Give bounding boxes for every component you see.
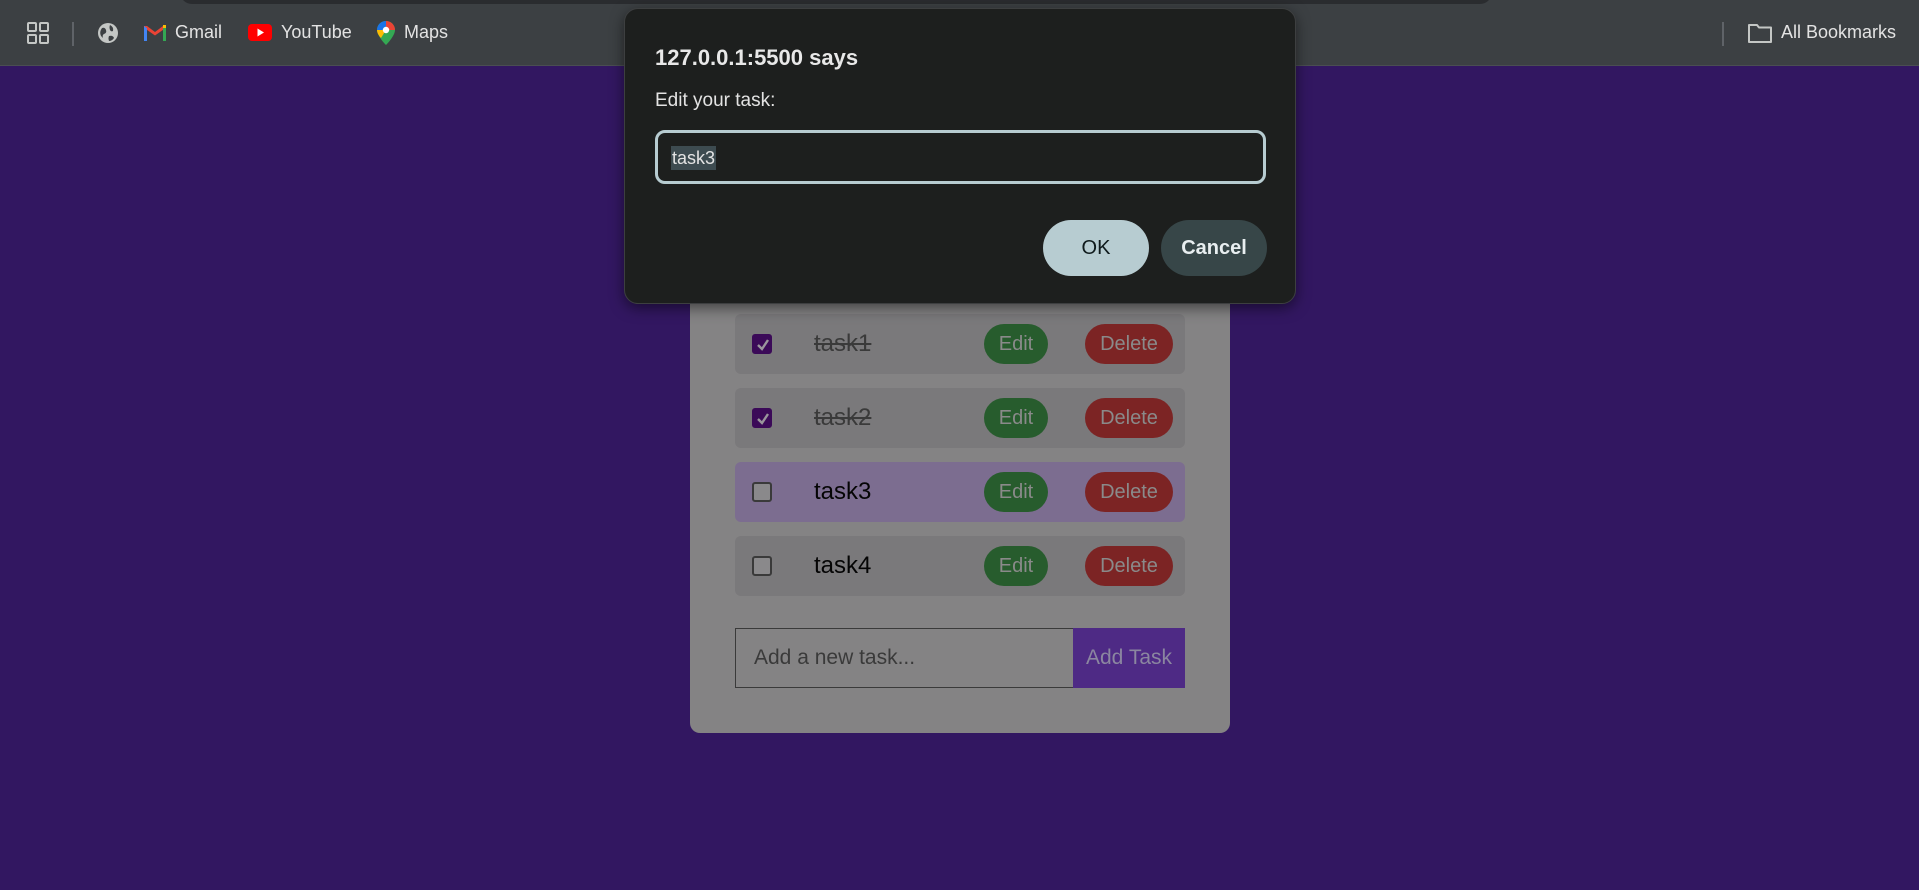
delete-button[interactable]: Delete	[1085, 324, 1173, 364]
dialog-message: Edit your task:	[655, 90, 776, 111]
bookmark-globe[interactable]	[97, 0, 119, 65]
task-checkbox[interactable]	[752, 556, 772, 576]
apps-button[interactable]	[27, 0, 49, 65]
task-checkbox[interactable]	[752, 334, 772, 354]
bookmark-gmail[interactable]: Gmail	[144, 0, 222, 65]
checkmark-icon	[757, 413, 769, 425]
bookmark-label: Gmail	[175, 22, 223, 42]
bookmark-label: Maps	[404, 22, 449, 42]
dialog-input[interactable]: task3	[655, 130, 1266, 184]
edit-button[interactable]: Edit	[984, 398, 1048, 438]
edit-button[interactable]: Edit	[984, 546, 1048, 586]
bookmark-label: All Bookmarks	[1781, 22, 1897, 42]
task-text: task4	[814, 552, 872, 579]
bookmark-maps[interactable]: Maps	[377, 0, 448, 65]
bookmark-youtube[interactable]: YouTube	[248, 0, 352, 65]
add-task-button[interactable]: Add Task	[1073, 628, 1185, 688]
divider	[1722, 22, 1724, 46]
youtube-icon	[248, 24, 272, 41]
task-checkbox[interactable]	[752, 482, 772, 502]
ok-button[interactable]: OK	[1043, 220, 1149, 276]
task-row: task4 Edit Delete	[735, 536, 1185, 596]
cancel-button[interactable]: Cancel	[1161, 220, 1267, 276]
maps-icon	[377, 20, 395, 45]
delete-button[interactable]: Delete	[1085, 398, 1173, 438]
task-text: task3	[814, 478, 872, 505]
apps-grid-icon	[27, 21, 49, 44]
delete-button[interactable]: Delete	[1085, 546, 1173, 586]
task-text: task2	[814, 404, 872, 431]
task-row: task3 Edit Delete	[735, 462, 1185, 522]
edit-button[interactable]: Edit	[984, 472, 1048, 512]
new-task-input[interactable]: Add a new task...	[735, 628, 1074, 688]
prompt-dialog: 127.0.0.1:5500 says Edit your task: task…	[624, 8, 1296, 304]
task-checkbox[interactable]	[752, 408, 772, 428]
edit-button[interactable]: Edit	[984, 324, 1048, 364]
all-bookmarks-button[interactable]: All Bookmarks	[1748, 0, 1896, 65]
task-row: task2 Edit Delete	[735, 388, 1185, 448]
task-text: task1	[814, 330, 872, 357]
divider	[72, 22, 74, 46]
new-task-placeholder: Add a new task...	[754, 646, 916, 669]
globe-icon	[98, 22, 118, 43]
delete-button[interactable]: Delete	[1085, 472, 1173, 512]
folder-icon	[1748, 23, 1772, 43]
gmail-icon	[144, 25, 166, 41]
dialog-input-value: task3	[671, 146, 717, 170]
dialog-title: 127.0.0.1:5500 says	[655, 45, 859, 70]
task-row: task1 Edit Delete	[735, 314, 1185, 374]
bookmark-label: YouTube	[281, 22, 352, 42]
checkmark-icon	[757, 339, 769, 351]
